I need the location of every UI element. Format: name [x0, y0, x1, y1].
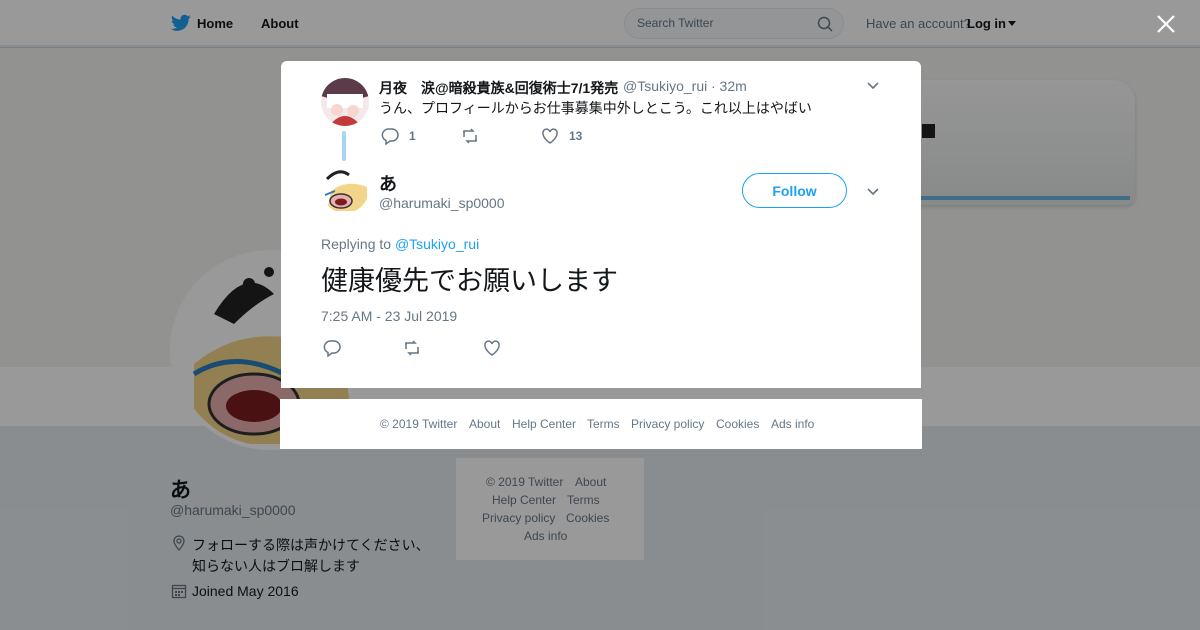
parent-tweet-timestamp[interactable]: · 32m [711, 78, 747, 94]
follow-button[interactable]: Follow [742, 173, 847, 208]
modal-footer-terms[interactable]: Terms [587, 417, 620, 431]
thread-connector [342, 131, 346, 161]
main-tweet-text: 健康優先でお願いします [321, 266, 618, 296]
main-tweet-author-name[interactable]: あ [379, 170, 397, 196]
chevron-down-icon[interactable] [866, 184, 880, 198]
replying-to-prefix: Replying to [321, 236, 392, 252]
parent-tweet-avatar[interactable] [321, 78, 369, 126]
main-avatar-illustration [321, 165, 369, 213]
parent-avatar-illustration [321, 78, 369, 126]
main-tweet-author-handle[interactable]: @harumaki_sp0000 [379, 195, 505, 211]
modal-footer: © 2019 Twitter About Help Center Terms P… [280, 399, 922, 449]
parent-tweet-text: うん、プロフィールからお仕事募集中外しとこう。これ以上はやばい [379, 100, 812, 116]
parent-like-count: 13 [569, 129, 583, 143]
retweet-icon[interactable] [403, 339, 421, 357]
modal-footer-privacy[interactable]: Privacy policy [631, 417, 704, 431]
main-tweet-datetime[interactable]: 7:25 AM - 23 Jul 2019 [321, 308, 457, 324]
modal-footer-about[interactable]: About [469, 417, 500, 431]
reply-icon[interactable] [381, 127, 399, 145]
retweet-icon[interactable] [461, 127, 479, 145]
reply-icon[interactable] [323, 339, 341, 357]
chevron-down-icon[interactable] [866, 78, 880, 92]
like-icon[interactable] [483, 339, 501, 357]
main-tweet-avatar[interactable] [321, 165, 369, 213]
parent-tweet-author-name[interactable]: 月夜 涙@暗殺貴族&回復術士7/1発売 [379, 78, 618, 98]
replying-to-line: Replying to @Tsukiyo_rui [321, 236, 479, 252]
modal-footer-cookies[interactable]: Cookies [716, 417, 759, 431]
parent-reply-count: 1 [409, 129, 416, 143]
parent-tweet-author-handle[interactable]: @Tsukiyo_rui [623, 78, 707, 94]
like-icon[interactable] [541, 127, 559, 145]
modal-footer-help[interactable]: Help Center [512, 417, 576, 431]
close-icon[interactable] [1156, 14, 1176, 34]
replying-to-handle-link[interactable]: @Tsukiyo_rui [395, 236, 479, 252]
modal-footer-ads[interactable]: Ads info [771, 417, 814, 431]
modal-footer-copyright: © 2019 Twitter [380, 417, 458, 431]
